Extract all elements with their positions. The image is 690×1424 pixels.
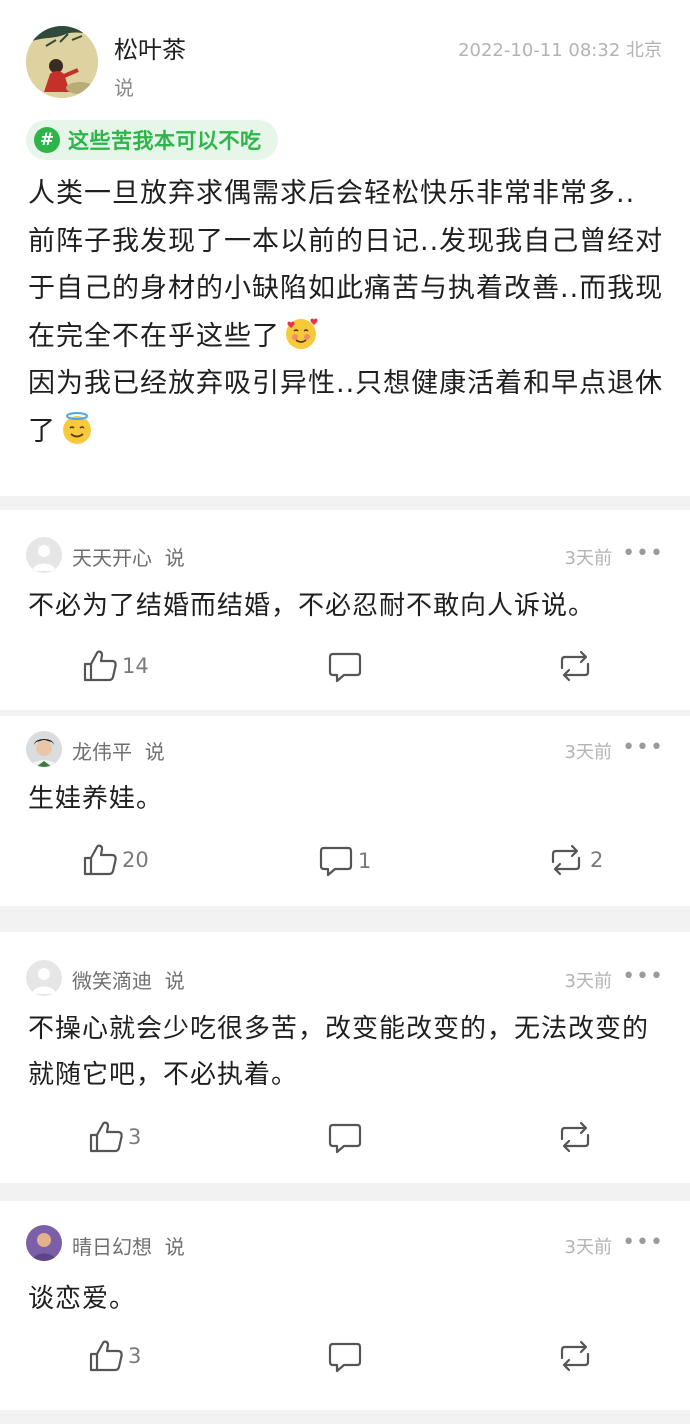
topic-label: 这些苦我本可以不吃 <box>68 129 262 153</box>
repost-icon <box>546 842 586 878</box>
commenter-avatar[interactable] <box>26 537 62 573</box>
comment-time: 3天前 <box>564 1237 612 1258</box>
like-count: 3 <box>128 1344 142 1368</box>
more-options-button[interactable]: ••• <box>622 735 664 760</box>
topic-tag[interactable]: # 这些苦我本可以不吃 <box>26 120 278 160</box>
comment-time: 3天前 <box>564 971 612 992</box>
commenter-avatar[interactable] <box>26 731 62 767</box>
repost-count: 2 <box>590 848 604 872</box>
like-count: 14 <box>122 654 149 678</box>
comment-button[interactable] <box>327 1339 367 1375</box>
commenter-name[interactable]: 晴日幻想 说 <box>72 1231 185 1260</box>
repost-button[interactable] <box>555 648 599 684</box>
comment-bubble-icon <box>327 649 363 685</box>
commenter-avatar[interactable] <box>26 1225 62 1261</box>
post-author-name[interactable]: 松叶茶 <box>114 30 186 65</box>
like-count: 3 <box>128 1125 142 1149</box>
reply-count: 1 <box>358 849 372 873</box>
more-options-button[interactable]: ••• <box>622 964 664 989</box>
thumbs-up-icon <box>82 648 118 684</box>
more-options-button[interactable]: ••• <box>622 541 664 566</box>
thumbs-up-icon <box>88 1119 124 1155</box>
like-button[interactable]: 20 <box>82 842 149 878</box>
like-button[interactable]: 14 <box>82 648 149 684</box>
post-timestamp: 2022-10-11 08:32 北京 <box>458 40 662 61</box>
comment-button[interactable] <box>327 1120 367 1156</box>
commenter-avatar[interactable] <box>26 960 62 996</box>
like-count: 20 <box>122 848 149 872</box>
section-divider <box>0 496 690 510</box>
smiling-face-with-halo-icon <box>60 411 94 446</box>
repost-button[interactable]: 2 <box>546 842 603 878</box>
comment-text: 不必为了结婚而结婚，不必忍耐不敢向人诉说。 <box>28 591 596 621</box>
commenter-name[interactable]: 天天开心 说 <box>72 542 185 571</box>
repost-button[interactable] <box>555 1119 599 1155</box>
comment-time: 3天前 <box>564 548 612 569</box>
like-button[interactable]: 3 <box>88 1119 141 1155</box>
thumbs-up-icon <box>82 842 118 878</box>
post-line: 人类一旦放弃求偶需求后会轻松快乐非常非常多.. <box>28 178 636 209</box>
comment-bubble-icon <box>327 1120 363 1156</box>
thumbs-up-icon <box>88 1338 124 1374</box>
section-divider <box>0 710 690 716</box>
comment-bubble-icon <box>327 1339 363 1375</box>
repost-icon <box>555 1338 595 1374</box>
section-divider <box>0 906 690 932</box>
hashtag-icon: # <box>34 127 60 153</box>
post-author-avatar[interactable] <box>26 26 98 98</box>
repost-icon <box>555 648 595 684</box>
like-button[interactable]: 3 <box>88 1338 141 1374</box>
comment-text: 谈恋爱。 <box>28 1284 137 1314</box>
post-says-label: 说 <box>114 76 134 100</box>
smiling-face-with-hearts-icon <box>284 317 318 351</box>
repost-icon <box>555 1119 595 1155</box>
commenter-name[interactable]: 龙伟平 说 <box>72 736 165 765</box>
comment-bubble-icon <box>318 843 354 879</box>
commenter-name[interactable]: 微笑滴迪 说 <box>72 965 185 994</box>
post-line: 因为我已经放弃吸引异性..只想健康活着和早点退休了 <box>28 368 664 447</box>
more-options-button[interactable]: ••• <box>622 1230 664 1255</box>
comment-button[interactable]: 1 <box>318 843 371 879</box>
post-body: 人类一旦放弃求偶需求后会轻松快乐非常非常多.. 前阵子我发现了一本以前的日记..… <box>28 170 668 456</box>
comment-button[interactable] <box>327 649 367 685</box>
section-divider <box>0 1410 690 1424</box>
comment-text: 生娃养娃。 <box>28 784 164 814</box>
comment-text: 不操心就会少吃很多苦，改变能改变的，无法改变的就随它吧，不必执着。 <box>28 1014 650 1090</box>
post-line: 前阵子我发现了一本以前的日记..发现我自己曾经对于自己的身材的小缺陷如此痛苦与执… <box>28 225 664 352</box>
repost-button[interactable] <box>555 1338 599 1374</box>
section-divider <box>0 1183 690 1201</box>
comment-time: 3天前 <box>564 742 612 763</box>
